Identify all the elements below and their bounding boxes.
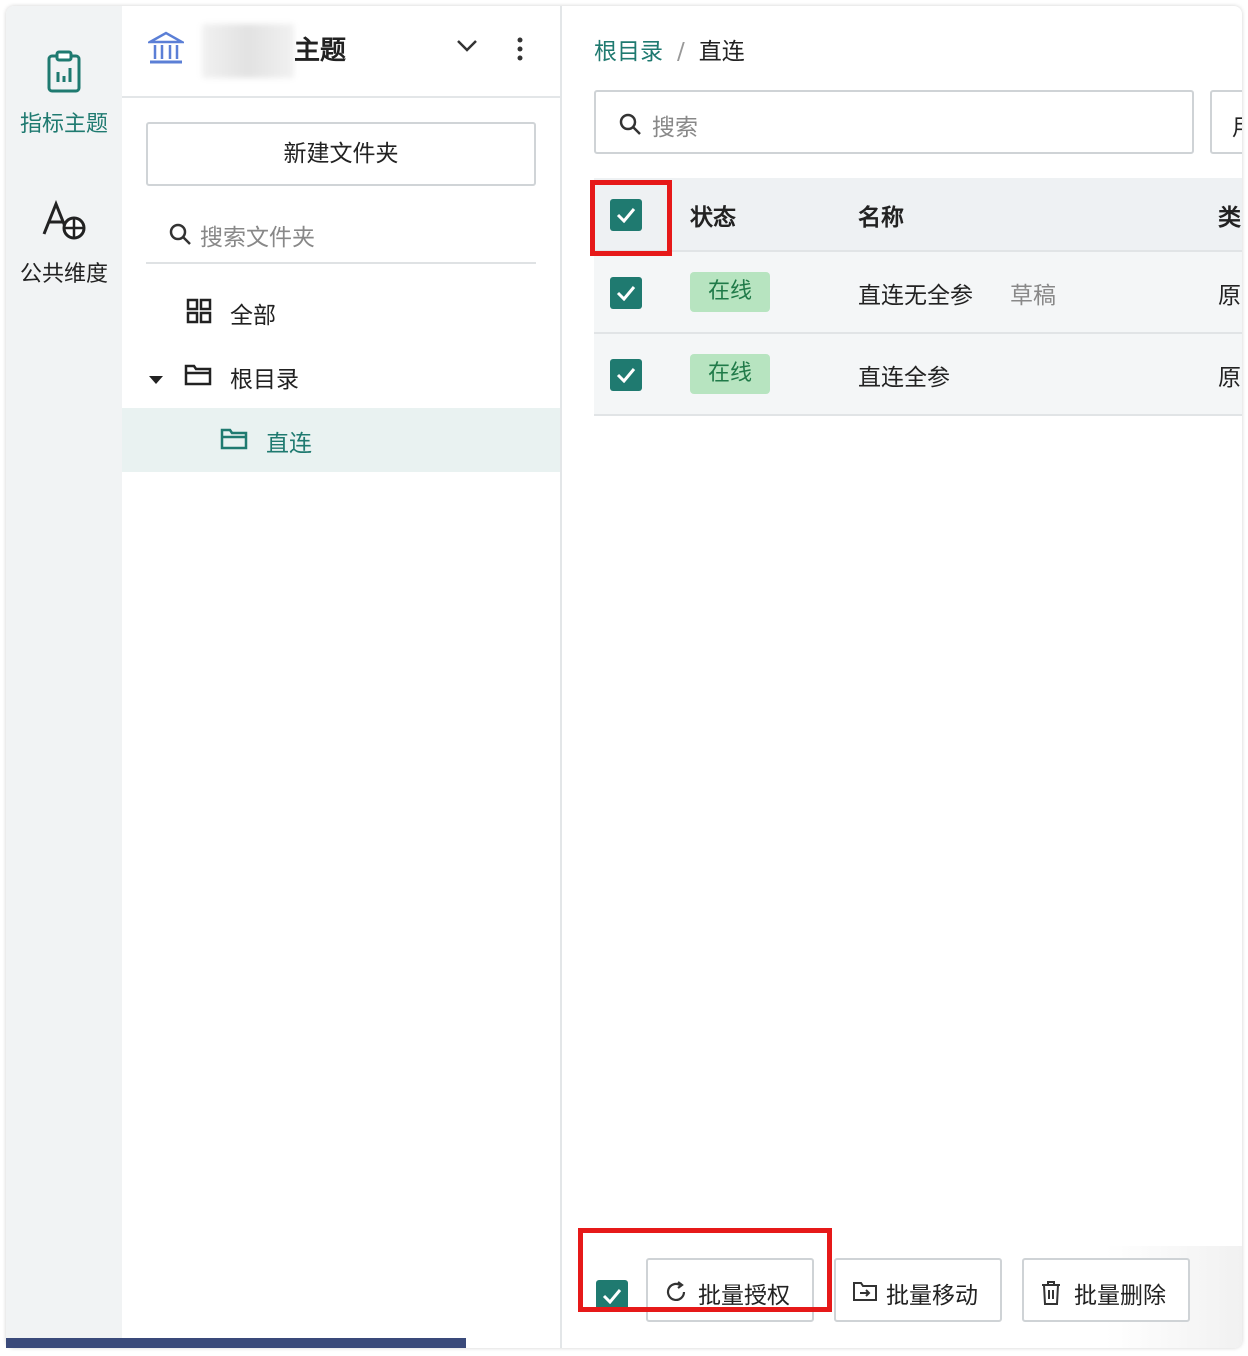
table-row[interactable]: 在线 直连无全参 草稿 原 bbox=[594, 252, 1242, 334]
search-icon bbox=[618, 112, 642, 140]
rail-item-label: 指标主题 bbox=[19, 112, 108, 137]
batch-delete-button[interactable]: 批量删除 bbox=[1022, 1258, 1190, 1322]
left-rail: 指标主题 公共维度 bbox=[6, 6, 122, 1348]
toolbar-side-button[interactable]: 用 bbox=[1210, 90, 1242, 154]
search-input[interactable]: 搜索 bbox=[594, 90, 1194, 154]
new-folder-button[interactable]: 新建文件夹 bbox=[146, 122, 536, 186]
folder-pane: 主题 新建文件夹 搜索文件夹 全部 根目录 直连 bbox=[122, 6, 562, 1348]
folder-icon bbox=[184, 362, 212, 390]
breadcrumb: 根目录 / 直连 bbox=[594, 32, 745, 66]
batch-move-label: 批量移动 bbox=[886, 1282, 978, 1308]
tree-item-label: 根目录 bbox=[230, 367, 299, 393]
row-name[interactable]: 直连无全参 bbox=[858, 276, 973, 310]
highlight-box-batch-authorize bbox=[578, 1228, 832, 1312]
theme-title: 主题 bbox=[294, 36, 347, 66]
rail-item-label: 公共维度 bbox=[19, 262, 108, 287]
breadcrumb-current: 直连 bbox=[698, 39, 745, 65]
highlight-box-select-all bbox=[590, 180, 672, 256]
breadcrumb-separator: / bbox=[677, 39, 685, 65]
toolbar-side-button-label: 用 bbox=[1232, 108, 1242, 142]
tree-item-label: 全部 bbox=[230, 303, 276, 329]
text-globe-icon bbox=[6, 199, 122, 248]
folder-open-icon bbox=[220, 426, 248, 454]
row-type: 原 bbox=[1218, 283, 1241, 309]
row-checkbox[interactable] bbox=[610, 359, 642, 391]
breadcrumb-root-link[interactable]: 根目录 bbox=[594, 39, 663, 65]
search-icon bbox=[168, 222, 192, 250]
folder-search-input[interactable]: 搜索文件夹 bbox=[146, 204, 536, 264]
search-placeholder: 搜索 bbox=[652, 115, 698, 141]
trash-icon bbox=[1040, 1280, 1062, 1312]
tree-item-direct[interactable]: 直连 bbox=[122, 408, 560, 472]
table-header: 状态 名称 类 bbox=[594, 178, 1242, 252]
rail-item-common-dimensions[interactable]: 公共维度 bbox=[6, 199, 122, 288]
tree-item-label: 直连 bbox=[266, 431, 312, 457]
chevron-down-icon[interactable] bbox=[456, 38, 478, 57]
window-bottom-edge bbox=[6, 1338, 466, 1348]
batch-delete-label: 批量删除 bbox=[1074, 1282, 1166, 1308]
draft-tag: 草稿 bbox=[1010, 283, 1056, 309]
grid-icon bbox=[186, 298, 212, 328]
clipboard-chart-icon bbox=[6, 50, 122, 98]
bank-icon bbox=[145, 30, 187, 70]
rail-item-metric-themes[interactable]: 指标主题 bbox=[6, 50, 122, 138]
metrics-table: 状态 名称 类 在线 直连无全参 草稿 原 在线 直连全参 原 bbox=[594, 178, 1242, 416]
tree-item-all[interactable]: 全部 bbox=[122, 280, 560, 344]
column-header-type[interactable]: 类 bbox=[1218, 198, 1241, 232]
row-name[interactable]: 直连全参 bbox=[858, 358, 950, 392]
more-options-icon[interactable] bbox=[516, 36, 524, 66]
status-badge: 在线 bbox=[690, 354, 770, 394]
tree-item-root[interactable]: 根目录 bbox=[122, 344, 560, 408]
column-header-name[interactable]: 名称 bbox=[858, 198, 904, 232]
batch-move-button[interactable]: 批量移动 bbox=[834, 1258, 1002, 1322]
status-badge: 在线 bbox=[690, 272, 770, 312]
blurred-theme-name bbox=[202, 24, 294, 78]
row-checkbox[interactable] bbox=[610, 277, 642, 309]
app-window: 指标主题 公共维度 主题 新建文件夹 搜索文件夹 全部 根目录 直连 根目录 /… bbox=[6, 6, 1242, 1348]
folder-move-icon bbox=[852, 1280, 878, 1308]
caret-down-icon[interactable] bbox=[148, 370, 164, 389]
theme-selector[interactable]: 主题 bbox=[122, 6, 560, 98]
row-type: 原 bbox=[1218, 365, 1241, 391]
column-header-status[interactable]: 状态 bbox=[690, 198, 736, 232]
table-row[interactable]: 在线 直连全参 原 bbox=[594, 334, 1242, 416]
folder-search-placeholder: 搜索文件夹 bbox=[200, 225, 315, 251]
